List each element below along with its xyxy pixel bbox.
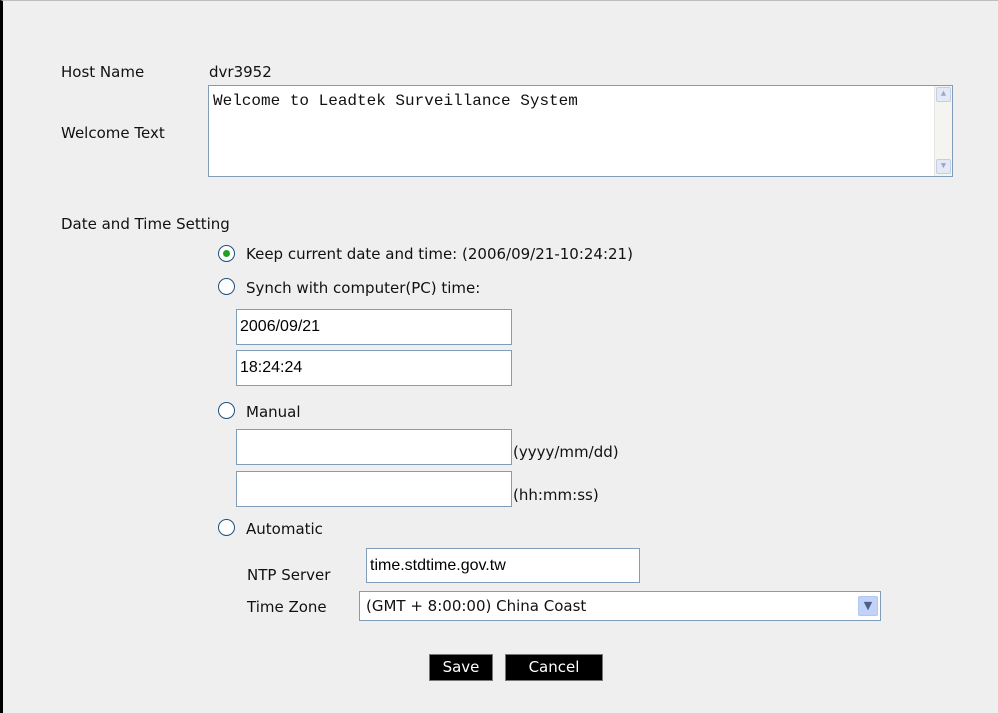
time-zone-label: Time Zone — [247, 598, 327, 616]
keep-current-radio[interactable] — [218, 245, 235, 262]
synch-pc-radio[interactable] — [218, 278, 235, 295]
vertical-scrollbar[interactable]: ▲ ▼ — [934, 86, 952, 176]
keep-current-label: Keep current date and time: (2006/09/21-… — [246, 245, 633, 263]
manual-time-field[interactable] — [236, 471, 512, 507]
synch-pc-label: Synch with computer(PC) time: — [246, 279, 481, 297]
time-zone-value: (GMT + 8:00:00) China Coast — [366, 597, 587, 615]
time-zone-select[interactable]: (GMT + 8:00:00) China Coast ▼ — [359, 591, 881, 621]
manual-radio[interactable] — [218, 402, 235, 419]
welcome-text-label: Welcome Text — [61, 124, 165, 142]
synch-date-field[interactable]: 2006/09/21 — [236, 309, 512, 345]
save-button[interactable]: Save — [429, 654, 493, 681]
manual-date-hint: (yyyy/mm/dd) — [513, 443, 619, 461]
ntp-server-label: NTP Server — [247, 566, 331, 584]
scroll-up-icon[interactable]: ▲ — [936, 87, 951, 102]
ntp-server-field[interactable]: time.stdtime.gov.tw — [366, 548, 640, 583]
host-name-value: dvr3952 — [209, 63, 272, 81]
automatic-radio[interactable] — [218, 519, 235, 536]
synch-time-field[interactable]: 18:24:24 — [236, 350, 512, 386]
manual-time-hint: (hh:mm:ss) — [513, 486, 599, 504]
welcome-text-area[interactable]: Welcome to Leadtek Surveillance System ▲… — [208, 85, 953, 177]
date-time-section-label: Date and Time Setting — [61, 215, 230, 233]
radio-selected-dot — [223, 250, 230, 257]
automatic-label: Automatic — [246, 520, 323, 538]
manual-date-field[interactable] — [236, 429, 512, 465]
welcome-text-value: Welcome to Leadtek Surveillance System — [213, 92, 578, 110]
scroll-down-icon[interactable]: ▼ — [936, 159, 951, 174]
chevron-down-icon[interactable]: ▼ — [858, 596, 878, 616]
cancel-button[interactable]: Cancel — [505, 654, 603, 681]
manual-label: Manual — [246, 403, 301, 421]
settings-panel: Host Name dvr3952 Welcome Text Welcome t… — [0, 0, 998, 713]
host-name-label: Host Name — [61, 63, 145, 81]
